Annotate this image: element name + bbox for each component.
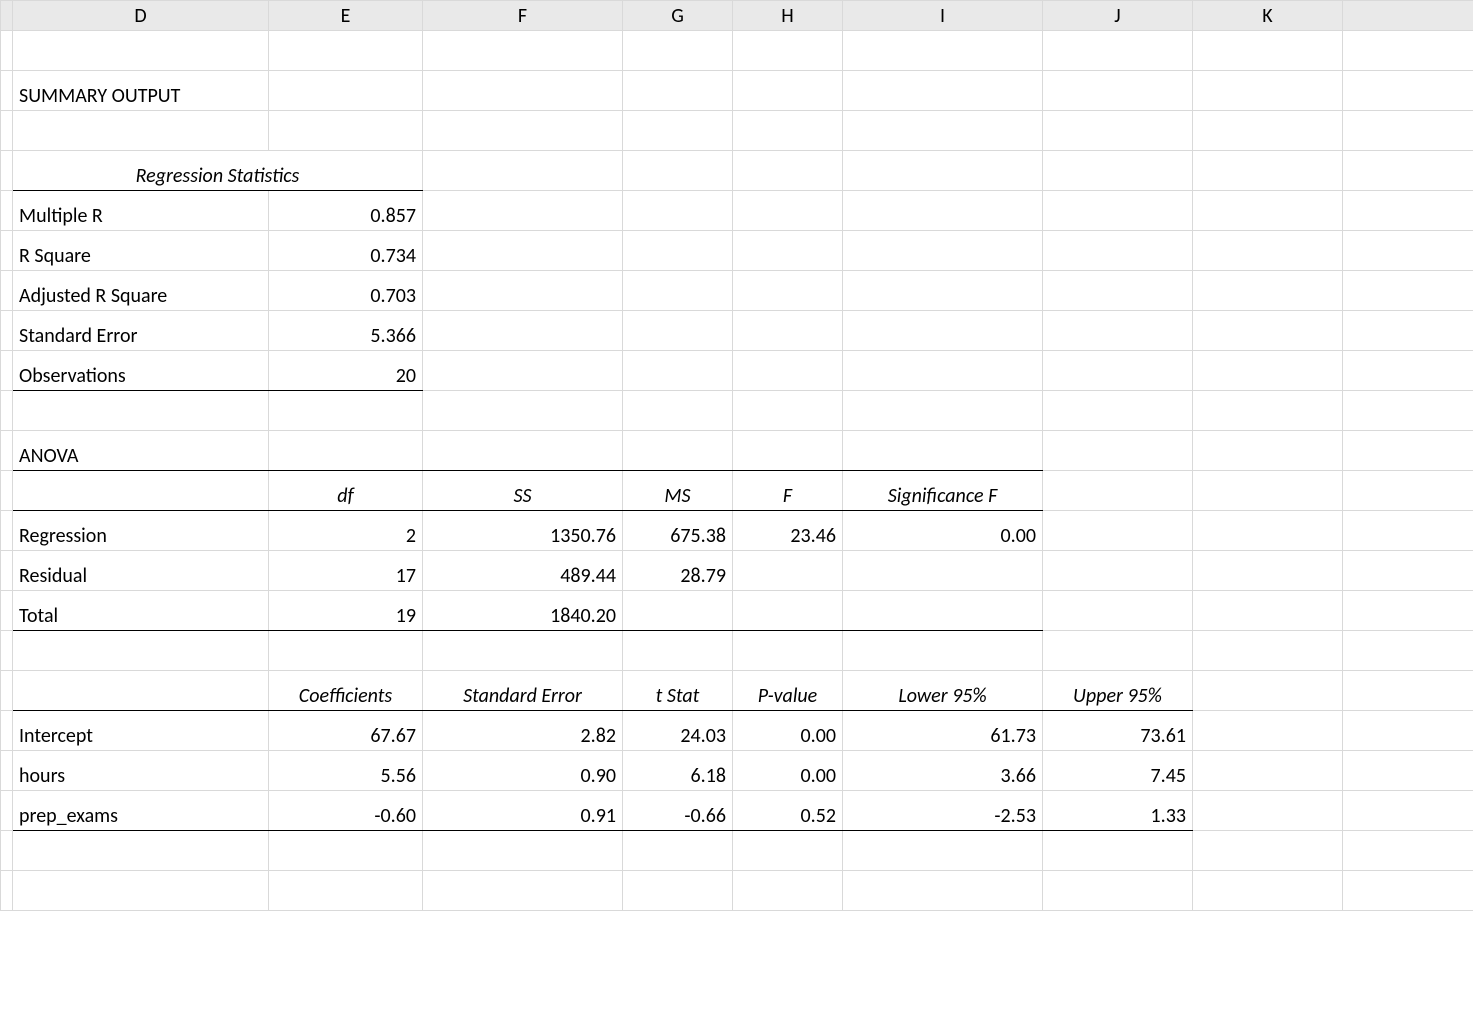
coef-header-t[interactable]: t Stat — [623, 671, 733, 711]
anova-title[interactable]: ANOVA — [13, 431, 269, 471]
coef-cell[interactable]: 6.18 — [623, 751, 733, 791]
regstat-value[interactable]: 5.366 — [269, 311, 423, 351]
anova-row-label[interactable]: Residual — [13, 551, 269, 591]
regstat-label[interactable]: Standard Error — [13, 311, 269, 351]
anova-cell[interactable]: 2 — [269, 511, 423, 551]
coef-cell[interactable]: 7.45 — [1043, 751, 1193, 791]
anova-cell[interactable]: 0.00 — [843, 511, 1043, 551]
anova-header-ms[interactable]: MS — [623, 471, 733, 511]
coef-cell[interactable]: 61.73 — [843, 711, 1043, 751]
coef-header-coef[interactable]: Coefficients — [269, 671, 423, 711]
anova-row-label[interactable]: Regression — [13, 511, 269, 551]
regstat-value[interactable]: 0.857 — [269, 191, 423, 231]
anova-header-ss[interactable]: SS — [423, 471, 623, 511]
anova-cell[interactable] — [843, 551, 1043, 591]
summary-output-title[interactable]: SUMMARY OUTPUT — [13, 71, 269, 111]
coef-cell[interactable]: 24.03 — [623, 711, 733, 751]
coef-cell[interactable]: 3.66 — [843, 751, 1043, 791]
regstat-label[interactable]: Observations — [13, 351, 269, 391]
coef-header-lo[interactable]: Lower 95% — [843, 671, 1043, 711]
anova-cell[interactable]: 1840.20 — [423, 591, 623, 631]
anova-cell[interactable]: 17 — [269, 551, 423, 591]
coef-cell[interactable]: 0.52 — [733, 791, 843, 831]
coef-header-se[interactable]: Standard Error — [423, 671, 623, 711]
anova-header-df[interactable]: df — [269, 471, 423, 511]
coef-cell[interactable]: -0.66 — [623, 791, 733, 831]
coef-cell[interactable]: 67.67 — [269, 711, 423, 751]
col-header-end[interactable] — [1343, 1, 1473, 31]
regstat-value[interactable]: 20 — [269, 351, 423, 391]
col-header-G[interactable]: G — [623, 1, 733, 31]
column-header-row: D E F G H I J K — [1, 1, 1473, 31]
regstat-label[interactable]: Multiple R — [13, 191, 269, 231]
col-stub[interactable] — [1, 1, 13, 31]
coef-cell[interactable]: -2.53 — [843, 791, 1043, 831]
col-header-E[interactable]: E — [269, 1, 423, 31]
anova-cell[interactable]: 489.44 — [423, 551, 623, 591]
coef-cell[interactable]: 73.61 — [1043, 711, 1193, 751]
anova-header-sigf[interactable]: Significance F — [843, 471, 1043, 511]
anova-cell[interactable]: 1350.76 — [423, 511, 623, 551]
anova-cell[interactable]: 23.46 — [733, 511, 843, 551]
regstat-value[interactable]: 0.703 — [269, 271, 423, 311]
anova-header-f[interactable]: F — [733, 471, 843, 511]
coef-cell[interactable]: 1.33 — [1043, 791, 1193, 831]
cell[interactable] — [13, 31, 269, 71]
anova-cell[interactable]: 28.79 — [623, 551, 733, 591]
regstat-label[interactable]: Adjusted R Square — [13, 271, 269, 311]
anova-cell[interactable] — [843, 591, 1043, 631]
col-header-H[interactable]: H — [733, 1, 843, 31]
coef-cell[interactable]: 5.56 — [269, 751, 423, 791]
coef-header-hi[interactable]: Upper 95% — [1043, 671, 1193, 711]
anova-cell[interactable] — [733, 591, 843, 631]
spreadsheet-grid[interactable]: D E F G H I J K SUMMARY OUTPUT Regressio… — [0, 0, 1473, 911]
regression-statistics-header[interactable]: Regression Statistics — [13, 151, 423, 191]
col-header-J[interactable]: J — [1043, 1, 1193, 31]
coef-row-label[interactable]: prep_exams — [13, 791, 269, 831]
coef-cell[interactable]: 0.91 — [423, 791, 623, 831]
coef-cell[interactable]: 0.00 — [733, 711, 843, 751]
coef-cell[interactable]: 2.82 — [423, 711, 623, 751]
col-header-K[interactable]: K — [1193, 1, 1343, 31]
col-header-D[interactable]: D — [13, 1, 269, 31]
coef-header-p[interactable]: P-value — [733, 671, 843, 711]
coef-cell[interactable]: 0.90 — [423, 751, 623, 791]
col-header-I[interactable]: I — [843, 1, 1043, 31]
anova-cell[interactable] — [733, 551, 843, 591]
col-header-F[interactable]: F — [423, 1, 623, 31]
anova-cell[interactable]: 19 — [269, 591, 423, 631]
anova-cell[interactable]: 675.38 — [623, 511, 733, 551]
regstat-value[interactable]: 0.734 — [269, 231, 423, 271]
coef-cell[interactable]: 0.00 — [733, 751, 843, 791]
regstat-label[interactable]: R Square — [13, 231, 269, 271]
anova-cell[interactable] — [623, 591, 733, 631]
coef-row-label[interactable]: hours — [13, 751, 269, 791]
coef-row-label[interactable]: Intercept — [13, 711, 269, 751]
coef-cell[interactable]: -0.60 — [269, 791, 423, 831]
anova-row-label[interactable]: Total — [13, 591, 269, 631]
